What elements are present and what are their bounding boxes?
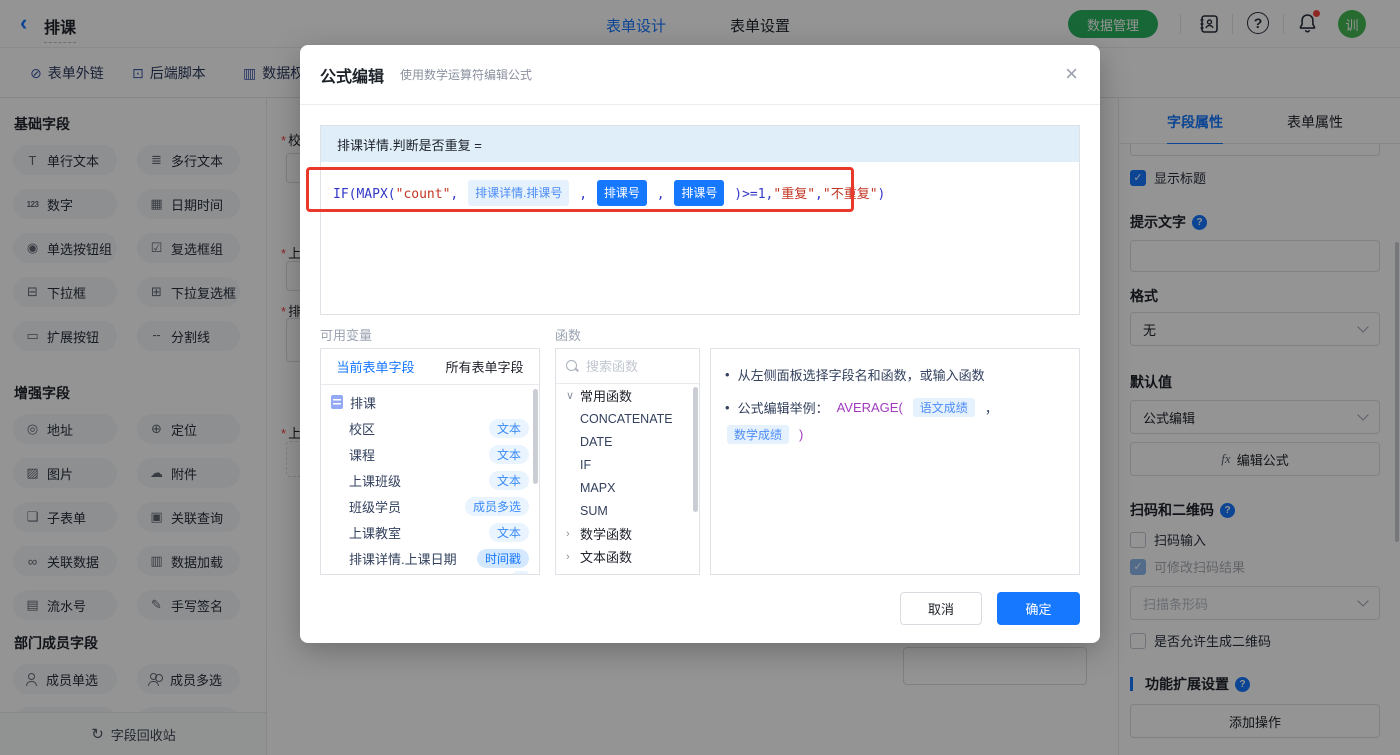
field-chip[interactable]: 排课号: [674, 180, 725, 206]
variable-row-班级学员[interactable]: 班级学员 成员多选: [321, 493, 539, 519]
confirm-button[interactable]: 确定: [997, 592, 1080, 625]
function-group-常用函数[interactable]: ∨ 常用函数: [556, 384, 699, 407]
variable-name: 班级学员: [349, 499, 402, 515]
variable-row-排课详情.上课日期[interactable]: 排课详情.上课日期 时间戳: [321, 545, 539, 571]
type-badge: 文本: [488, 522, 529, 542]
formula-expression[interactable]: IF(MAPX("count", 排课详情.排课号 , 排课号 , 排课号 )>…: [333, 180, 1067, 207]
function-group-label: 数学函数: [580, 527, 633, 542]
search-icon: [566, 359, 579, 373]
variable-name: 课程: [349, 447, 376, 463]
formula-token: ,: [571, 187, 595, 202]
function-search: [556, 349, 699, 384]
function-item-MAPX[interactable]: MAPX: [556, 476, 699, 499]
tab-current-form-fields[interactable]: 当前表单字段: [336, 357, 414, 376]
variable-name: 校区: [349, 421, 376, 437]
chevron-right-icon: ›: [566, 550, 570, 563]
formula-token: ,: [648, 187, 673, 202]
example-field-chip: 语文成绩: [912, 398, 975, 417]
functions-scrollbar[interactable]: [693, 387, 698, 512]
tip-line-1: • 从左侧面板选择字段名和函数，或输入函数: [725, 367, 985, 383]
variable-row-上课教室[interactable]: 上课教室 文本: [321, 519, 539, 545]
function-item-IF[interactable]: IF: [556, 453, 699, 476]
modal-header: 公式编辑 使用数学运算符编辑公式 ×: [300, 45, 1100, 105]
function-group-数学函数[interactable]: › 数学函数: [556, 522, 699, 545]
functions-label: 函数: [555, 328, 582, 343]
type-badge: 成员多选: [464, 496, 529, 516]
close-icon[interactable]: ×: [1065, 63, 1078, 85]
modal-title: 公式编辑: [320, 68, 385, 86]
formula-input-area[interactable]: IF(MAPX("count", 排课详情.排课号 , 排课号 , 排课号 )>…: [321, 162, 1079, 314]
function-item-CONCATENATE[interactable]: CONCATENATE: [556, 407, 699, 430]
variables-panel: 当前表单字段 所有表单字段 排课 校区 文本 课程 文本 上课班级 文本 班级学员 成员多选 上课…: [320, 348, 540, 575]
variable-row-校区[interactable]: 校区 文本: [321, 415, 539, 441]
type-badge: 文本: [488, 470, 529, 490]
functions-panel: ∨ 常用函数 CONCATENATEDATEIFMAPXSUM › 数学函数 › 文本函数: [555, 348, 700, 575]
formula-editor: 排课详情.判断是否重复 = IF(MAPX("count", 排课详情.排课号 …: [320, 125, 1080, 315]
variable-row-上课班级[interactable]: 上课班级 文本: [321, 467, 539, 493]
function-group-文本函数[interactable]: › 文本函数: [556, 545, 699, 568]
type-badge: 文本: [488, 418, 529, 438]
function-item-SUM[interactable]: SUM: [556, 499, 699, 522]
formula-token: ,: [450, 187, 467, 202]
formula-token: )>=1,: [726, 187, 774, 202]
field-chip[interactable]: 排课详情.排课号: [468, 180, 570, 206]
formula-token: ): [877, 187, 886, 202]
tab-all-form-fields[interactable]: 所有表单字段: [445, 357, 523, 376]
variable-name: 上课教室: [349, 525, 402, 541]
type-badge: 时间戳: [476, 548, 529, 568]
type-badge: 文本: [488, 444, 529, 464]
variable-root-row[interactable]: 排课: [321, 389, 539, 415]
formula-target: 排课详情.判断是否重复 =: [321, 126, 1079, 162]
variables-label: 可用变量: [320, 328, 373, 343]
variable-name: 上课班级: [349, 473, 402, 489]
function-group-label: 文本函数: [580, 550, 633, 565]
function-item-DATE[interactable]: DATE: [556, 430, 699, 453]
formula-token: IF(MAPX(: [333, 187, 396, 202]
formula-token: "不重复": [822, 187, 878, 202]
variable-row-clipped[interactable]: [321, 571, 539, 574]
modal-subtitle: 使用数学运算符编辑公式: [400, 68, 533, 82]
function-search-input[interactable]: [586, 358, 676, 374]
formula-edit-modal: 公式编辑 使用数学运算符编辑公式 × 排课详情.判断是否重复 = IF(MAPX…: [300, 45, 1100, 643]
form-doc-icon: [331, 395, 343, 409]
variable-name: 排课详情.上课日期: [349, 551, 457, 567]
example-field-chip: 数学成绩: [727, 425, 790, 444]
chevron-right-icon: ›: [566, 527, 570, 540]
variable-row-课程[interactable]: 课程 文本: [321, 441, 539, 467]
formula-token: "count": [395, 187, 451, 202]
formula-token: ,: [815, 187, 823, 202]
variables-scrollbar[interactable]: [533, 389, 538, 484]
formula-token: "重复": [773, 187, 816, 202]
field-chip[interactable]: 排课号: [596, 180, 647, 206]
cancel-button[interactable]: 取消: [900, 592, 982, 625]
formula-tips: • 从左侧面板选择字段名和函数，或输入函数 • 公式编辑举例： AVERAGE( …: [710, 348, 1080, 575]
app-screen: ‹ 排课 表单设计 表单设置 数据管理 ? 训 ⊘ 表单外链 ⊡ 后端脚本 ▥ 数据权限 …: [0, 0, 1400, 755]
tip-line-2: • 公式编辑举例： AVERAGE( 语文成绩 ， 数学成绩 ): [725, 398, 998, 444]
chevron-down-icon: ∨: [566, 390, 575, 402]
function-group-label: 常用函数: [580, 389, 633, 404]
variables-tabs: 当前表单字段 所有表单字段: [321, 349, 539, 385]
